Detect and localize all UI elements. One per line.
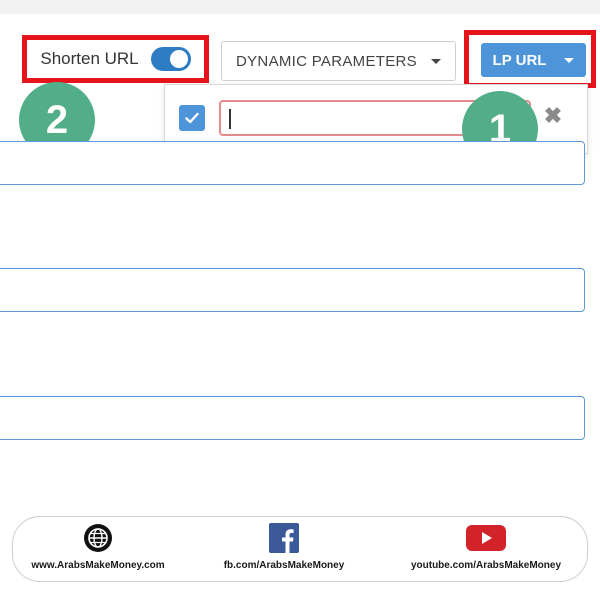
url-field-3[interactable] <box>0 396 585 440</box>
text-cursor <box>229 109 231 129</box>
footer-facebook-text: fb.com/ArabsMakeMoney <box>223 560 345 571</box>
dynamic-parameters-label: DYNAMIC PARAMETERS <box>236 52 417 70</box>
check-icon <box>185 112 199 124</box>
youtube-icon <box>466 525 506 551</box>
lp-url-label: LP URL <box>492 51 547 69</box>
shorten-url-highlight: Shorten URL <box>22 35 209 83</box>
url-field-1[interactable] <box>0 141 585 185</box>
facebook-icon <box>269 523 299 553</box>
url-field-2[interactable] <box>0 268 585 312</box>
footer-website[interactable]: www.ArabsMakeMoney.com <box>3 523 193 579</box>
chevron-down-icon <box>430 58 441 64</box>
lp-url-button[interactable]: LP URL <box>481 43 586 77</box>
top-strip <box>0 0 600 14</box>
lp-url-highlight: LP URL <box>464 30 596 88</box>
chevron-down-icon <box>564 57 575 63</box>
shorten-url-toggle[interactable] <box>150 47 191 71</box>
dynamic-parameters-dropdown[interactable]: DYNAMIC PARAMETERS <box>221 41 456 81</box>
shorten-url-label: Shorten URL <box>40 49 139 68</box>
footer-youtube-text: youtube.com/ArabsMakeMoney <box>410 560 562 571</box>
popup-checkbox[interactable] <box>179 105 205 131</box>
toggle-knob <box>169 50 188 68</box>
footer-facebook[interactable]: fb.com/ArabsMakeMoney <box>189 523 379 579</box>
footer-youtube[interactable]: youtube.com/ArabsMakeMoney <box>391 523 581 579</box>
footer-bar: www.ArabsMakeMoney.com fb.com/ArabsMakeM… <box>12 516 588 582</box>
close-icon[interactable]: ✖ <box>540 103 566 129</box>
globe-icon <box>84 524 112 552</box>
footer-website-text: www.ArabsMakeMoney.com <box>31 560 165 571</box>
